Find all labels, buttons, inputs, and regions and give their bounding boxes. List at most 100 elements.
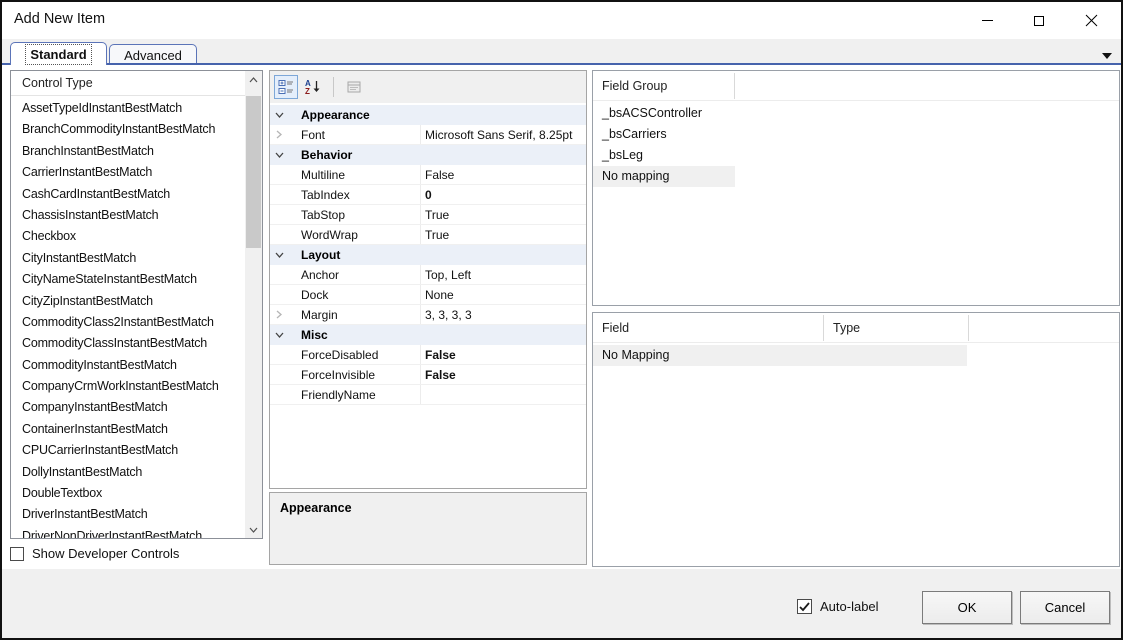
list-item[interactable]: AssetTypeIdInstantBestMatch bbox=[11, 98, 246, 119]
field-group-column-header[interactable]: Field Group bbox=[593, 71, 667, 101]
property-row[interactable]: ForceInvisibleFalse bbox=[270, 365, 586, 385]
property-row[interactable]: FriendlyName bbox=[270, 385, 586, 405]
collapse-chevron-icon[interactable] bbox=[270, 152, 288, 158]
property-value[interactable]: 0 bbox=[421, 188, 586, 202]
list-item[interactable]: CommodityInstantBestMatch bbox=[11, 355, 246, 376]
collapse-chevron-icon[interactable] bbox=[270, 252, 288, 258]
auto-label-label: Auto-label bbox=[820, 599, 879, 614]
type-column-header[interactable]: Type bbox=[824, 313, 860, 343]
show-developer-controls-checkbox[interactable]: Show Developer Controls bbox=[10, 546, 179, 561]
list-item[interactable]: ChassisInstantBestMatch bbox=[11, 205, 246, 226]
list-item[interactable]: CompanyCrmWorkInstantBestMatch bbox=[11, 376, 246, 397]
maximize-button[interactable] bbox=[1013, 2, 1065, 39]
property-name[interactable]: FriendlyName bbox=[288, 385, 421, 404]
minimize-button[interactable] bbox=[961, 2, 1013, 39]
auto-label-checkbox[interactable]: Auto-label bbox=[797, 599, 879, 614]
property-row[interactable]: FontMicrosoft Sans Serif, 8.25pt bbox=[270, 125, 586, 145]
property-name[interactable]: Anchor bbox=[288, 265, 421, 284]
list-item[interactable]: Checkbox bbox=[11, 226, 246, 247]
minimize-icon bbox=[982, 20, 993, 21]
property-name[interactable]: WordWrap bbox=[288, 225, 421, 244]
titlebar: Add New Item bbox=[2, 2, 1121, 39]
property-name[interactable]: Dock bbox=[288, 285, 421, 304]
list-item[interactable]: DriverInstantBestMatch bbox=[11, 504, 246, 525]
property-row[interactable]: WordWrapTrue bbox=[270, 225, 586, 245]
control-type-column-header[interactable]: Control Type bbox=[11, 71, 246, 96]
field-group-item[interactable]: No mapping bbox=[593, 166, 1119, 187]
alphabetical-sort-button[interactable]: A Z bbox=[301, 75, 325, 99]
tab-list-dropdown-icon[interactable] bbox=[1102, 53, 1112, 59]
property-row[interactable]: AnchorTop, Left bbox=[270, 265, 586, 285]
property-value[interactable]: Top, Left bbox=[421, 268, 586, 282]
field-group-item[interactable]: _bsACSController bbox=[593, 103, 1119, 124]
list-item[interactable]: CityZipInstantBestMatch bbox=[11, 291, 246, 312]
tab-accent-line bbox=[2, 63, 1121, 65]
list-item[interactable]: CarrierInstantBestMatch bbox=[11, 162, 246, 183]
list-item[interactable]: CompanyInstantBestMatch bbox=[11, 397, 246, 418]
category-label: Layout bbox=[288, 248, 340, 262]
property-row[interactable]: TabIndex0 bbox=[270, 185, 586, 205]
list-item[interactable]: BranchCommodityInstantBestMatch bbox=[11, 119, 246, 140]
tab-standard[interactable]: Standard bbox=[10, 42, 107, 65]
scroll-down-icon[interactable] bbox=[245, 521, 262, 538]
column-separator[interactable] bbox=[968, 315, 969, 341]
property-row[interactable]: MultilineFalse bbox=[270, 165, 586, 185]
list-item[interactable]: DollyInstantBestMatch bbox=[11, 462, 246, 483]
property-category-row[interactable]: Layout bbox=[270, 245, 586, 265]
field-group-item[interactable]: _bsLeg bbox=[593, 145, 1119, 166]
property-name[interactable]: Font bbox=[288, 125, 421, 144]
cancel-button[interactable]: Cancel bbox=[1020, 591, 1110, 624]
property-category-row[interactable]: Behavior bbox=[270, 145, 586, 165]
property-name[interactable]: Margin bbox=[288, 305, 421, 324]
scroll-up-icon[interactable] bbox=[245, 71, 262, 88]
list-item[interactable]: BranchInstantBestMatch bbox=[11, 141, 246, 162]
field-column-header[interactable]: Field bbox=[593, 313, 629, 343]
property-pages-button[interactable] bbox=[342, 75, 366, 99]
list-item[interactable]: CommodityClassInstantBestMatch bbox=[11, 333, 246, 354]
property-name[interactable]: Multiline bbox=[288, 165, 421, 184]
property-value[interactable]: True bbox=[421, 228, 586, 242]
property-value[interactable]: True bbox=[421, 208, 586, 222]
list-item[interactable]: CityNameStateInstantBestMatch bbox=[11, 269, 246, 290]
list-item[interactable]: CityInstantBestMatch bbox=[11, 248, 246, 269]
list-item[interactable]: ContainerInstantBestMatch bbox=[11, 419, 246, 440]
ok-button[interactable]: OK bbox=[922, 591, 1012, 624]
expand-chevron-icon[interactable] bbox=[270, 130, 288, 139]
property-value[interactable]: False bbox=[421, 348, 586, 362]
expand-chevron-icon[interactable] bbox=[270, 310, 288, 319]
property-category-row[interactable]: Appearance bbox=[270, 105, 586, 125]
property-name[interactable]: ForceDisabled bbox=[288, 345, 421, 364]
property-value[interactable]: 3, 3, 3, 3 bbox=[421, 308, 586, 322]
property-value[interactable]: Microsoft Sans Serif, 8.25pt bbox=[421, 128, 586, 142]
property-row[interactable]: DockNone bbox=[270, 285, 586, 305]
property-value[interactable]: False bbox=[421, 168, 586, 182]
field-table-row[interactable]: No Mapping bbox=[593, 345, 1119, 366]
categorized-view-button[interactable] bbox=[274, 75, 298, 99]
category-label: Misc bbox=[288, 328, 328, 342]
property-name[interactable]: TabStop bbox=[288, 205, 421, 224]
scrollbar-thumb[interactable] bbox=[246, 96, 261, 248]
property-row[interactable]: ForceDisabledFalse bbox=[270, 345, 586, 365]
property-value[interactable]: None bbox=[421, 288, 586, 302]
control-list-scrollbar[interactable] bbox=[245, 71, 262, 538]
list-item[interactable]: CashCardInstantBestMatch bbox=[11, 184, 246, 205]
property-row[interactable]: TabStopTrue bbox=[270, 205, 586, 225]
category-label: Behavior bbox=[288, 148, 352, 162]
close-button[interactable] bbox=[1065, 2, 1117, 39]
property-row[interactable]: Margin3, 3, 3, 3 bbox=[270, 305, 586, 325]
tab-advanced[interactable]: Advanced bbox=[109, 44, 197, 65]
collapse-chevron-icon[interactable] bbox=[270, 332, 288, 338]
checkbox-box[interactable] bbox=[797, 599, 812, 614]
list-item[interactable]: DriverNonDriverInstantBestMatch bbox=[11, 526, 246, 539]
field-group-item[interactable]: _bsCarriers bbox=[593, 124, 1119, 145]
property-name[interactable]: TabIndex bbox=[288, 185, 421, 204]
column-separator[interactable] bbox=[734, 73, 735, 99]
property-value[interactable]: False bbox=[421, 368, 586, 382]
list-item[interactable]: DoubleTextbox bbox=[11, 483, 246, 504]
list-item[interactable]: CommodityClass2InstantBestMatch bbox=[11, 312, 246, 333]
collapse-chevron-icon[interactable] bbox=[270, 112, 288, 118]
property-name[interactable]: ForceInvisible bbox=[288, 365, 421, 384]
list-item[interactable]: CPUCarrierInstantBestMatch bbox=[11, 440, 246, 461]
checkbox-box[interactable] bbox=[10, 547, 24, 561]
property-category-row[interactable]: Misc bbox=[270, 325, 586, 345]
